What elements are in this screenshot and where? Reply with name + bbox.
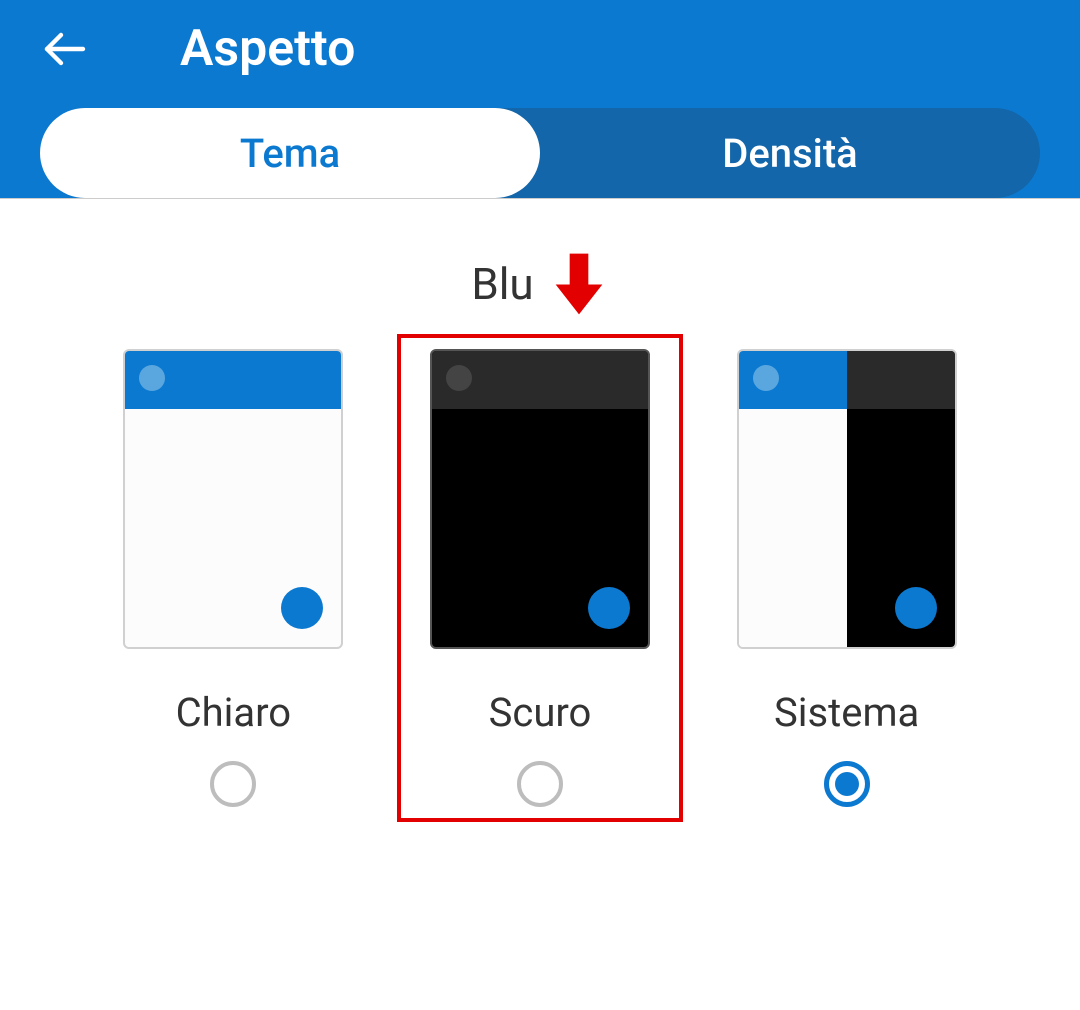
theme-preview-system	[737, 349, 957, 649]
arrow-down-icon	[549, 249, 609, 319]
preview-header	[739, 351, 847, 409]
content: Blu Chiaro Scuro	[0, 198, 1080, 822]
back-button[interactable]	[40, 24, 90, 74]
preview-left	[739, 351, 847, 647]
theme-option-system[interactable]: Sistema	[703, 334, 990, 822]
theme-preview-dark	[430, 349, 650, 649]
preview-header	[125, 351, 341, 409]
radio-dark[interactable]	[517, 761, 563, 807]
theme-label: Chiaro	[176, 689, 292, 736]
app-header: Aspetto Tema Densità	[0, 0, 1080, 198]
page-title: Aspetto	[180, 20, 355, 78]
radio-system[interactable]	[824, 761, 870, 807]
tabs: Tema Densità	[40, 108, 1040, 198]
theme-preview-light	[123, 349, 343, 649]
preview-header	[847, 351, 955, 409]
title-bar: Aspetto	[0, 0, 1080, 108]
preview-fab-icon	[588, 587, 630, 629]
preview-right	[847, 351, 955, 647]
theme-label: Scuro	[489, 689, 592, 736]
back-arrow-icon	[41, 25, 89, 73]
tab-density[interactable]: Densità	[540, 108, 1040, 198]
theme-label: Sistema	[774, 689, 919, 736]
preview-fab-icon	[281, 587, 323, 629]
radio-light[interactable]	[210, 761, 256, 807]
preview-dot-icon	[446, 365, 472, 391]
section-title: Blu	[471, 258, 533, 310]
theme-option-dark[interactable]: Scuro	[397, 334, 684, 822]
preview-header	[432, 351, 648, 409]
preview-dot-icon	[139, 365, 165, 391]
themes-list: Chiaro Scuro	[40, 334, 1040, 822]
tabs-wrapper: Tema Densità	[0, 108, 1080, 198]
section-header: Blu	[40, 249, 1040, 319]
theme-option-light[interactable]: Chiaro	[90, 334, 377, 822]
preview-dot-icon	[753, 365, 779, 391]
preview-fab-icon	[895, 587, 937, 629]
tab-theme[interactable]: Tema	[40, 108, 540, 198]
